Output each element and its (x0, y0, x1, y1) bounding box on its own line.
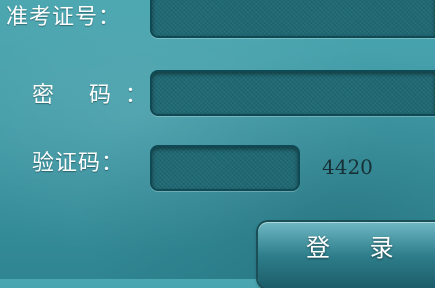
captcha-input[interactable] (150, 145, 300, 191)
login-button[interactable]: 登 录 (258, 222, 435, 288)
password-label: 密 码： (32, 83, 161, 108)
login-panel: 准考证号： 密 码： 验证码： 4420 登 录 (0, 0, 435, 288)
password-input[interactable] (150, 70, 435, 116)
captcha-label: 验证码： (32, 151, 125, 176)
username-input[interactable] (150, 0, 435, 38)
login-button-label: 登 录 (306, 234, 410, 262)
captcha-code[interactable]: 4420 (322, 152, 392, 182)
username-label: 准考证号： (6, 5, 122, 30)
